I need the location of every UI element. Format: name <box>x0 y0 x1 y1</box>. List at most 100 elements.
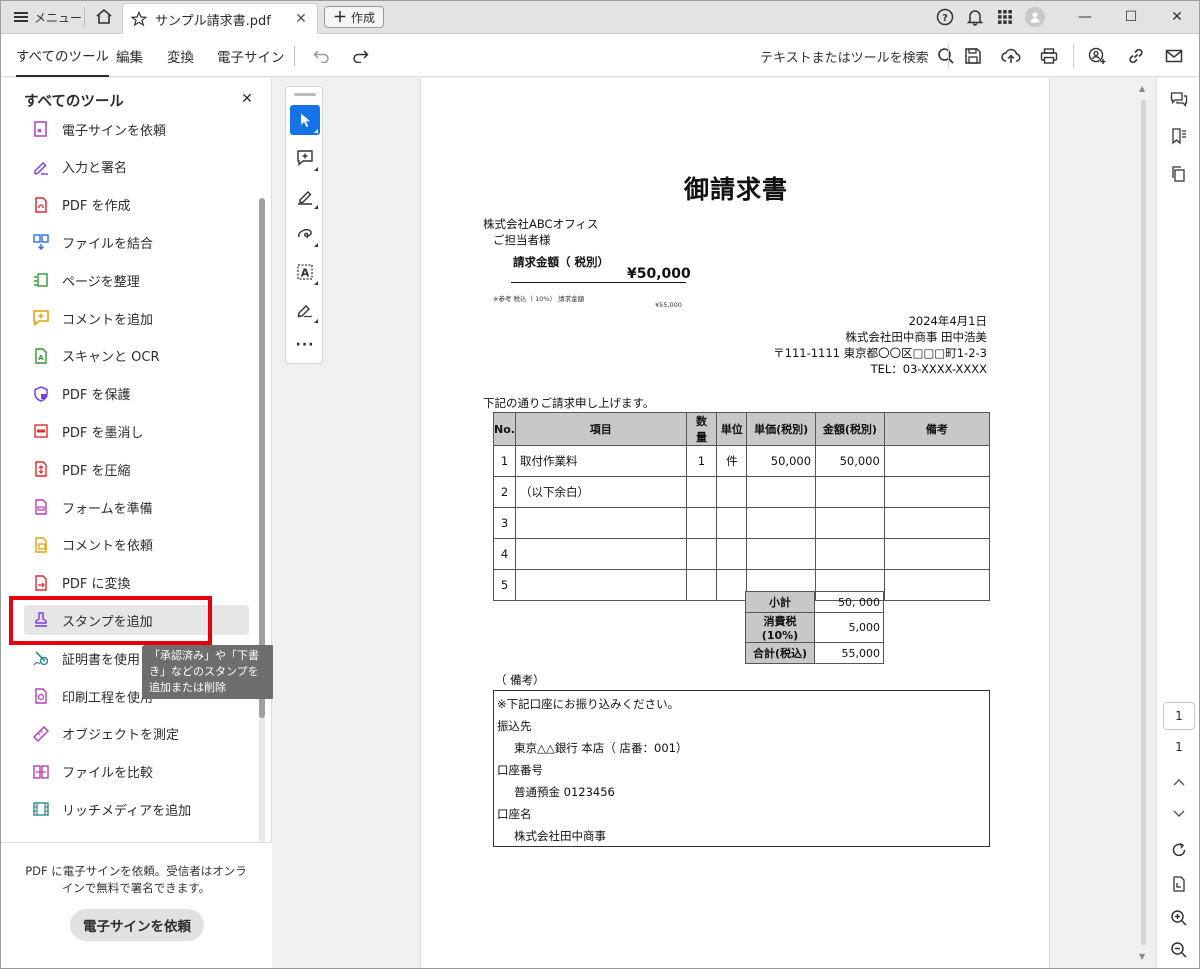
col-header: 備考 <box>883 412 991 446</box>
tool-item[interactable]: PDF に変換 <box>24 568 249 598</box>
table-cell <box>883 569 991 601</box>
tool-item[interactable]: 電子サインを依頼 <box>24 116 249 144</box>
divider <box>84 7 85 27</box>
close-panel-icon[interactable]: ✕ <box>240 91 254 107</box>
tool-item[interactable]: PDF を保護 <box>24 379 249 409</box>
copy-link-button[interactable] <box>1118 39 1154 73</box>
maximize-button[interactable]: ☐ <box>1108 0 1154 34</box>
tab-convert[interactable]: 変換 <box>167 34 194 77</box>
total-pages: 1 <box>1175 740 1183 754</box>
tool-item[interactable]: コメントを依頼 <box>24 530 249 560</box>
panel-promo: PDF に電子サインを依頼。受信者はオンラインで無料で署名できます。 電子サイン… <box>0 842 272 969</box>
tool-item[interactable]: コメントを追加 <box>24 303 249 333</box>
col-header: No. <box>493 412 516 446</box>
tool-search[interactable]: テキストまたはツールを検索 <box>760 44 955 68</box>
rotate-icon[interactable] <box>1165 836 1193 864</box>
scroll-down-arrow-icon[interactable]: ▼ <box>1139 952 1145 961</box>
chevron-up-icon[interactable] <box>1165 768 1193 796</box>
page-fit-icon[interactable] <box>1165 870 1193 898</box>
table-cell: 3 <box>493 507 516 539</box>
table-row: 4 <box>493 538 991 570</box>
table-cell <box>514 538 687 570</box>
tool-item[interactable]: ファイルを結合 <box>24 227 249 257</box>
comment-plus-icon <box>297 150 313 167</box>
prepare-form-icon <box>32 498 50 516</box>
tool-item[interactable]: A スキャンと OCR <box>24 341 249 371</box>
tool-item[interactable]: PDF を作成 <box>24 190 249 220</box>
undo-button[interactable] <box>310 44 334 68</box>
create-label: 作成 <box>351 10 376 25</box>
email-button[interactable] <box>1156 39 1192 73</box>
panel-scrollbar-thumb[interactable] <box>259 198 265 718</box>
tool-item-label: スキャンと OCR <box>62 350 160 366</box>
tool-item[interactable]: フォームを準備 <box>24 492 249 522</box>
table-cell: 50,000 <box>746 445 817 477</box>
plus-icon: ＋ <box>333 10 347 26</box>
amount-label: 請求金額（ 税別） <box>513 255 610 269</box>
request-esign-button[interactable]: 電子サインを依頼 <box>70 909 204 941</box>
tool-item[interactable]: 入力と署名 <box>24 152 249 182</box>
minimize-button[interactable]: — <box>1062 0 1108 34</box>
drag-handle[interactable] <box>294 93 316 96</box>
draw-tool-button[interactable] <box>290 219 320 249</box>
table-cell: 50,000 <box>815 445 885 477</box>
home-button[interactable] <box>92 5 116 29</box>
printer-icon <box>1040 48 1058 64</box>
tool-item[interactable]: ページを整理 <box>24 265 249 295</box>
document-tab[interactable]: サンプル請求書.pdf ✕ <box>122 3 318 34</box>
save-button[interactable] <box>955 39 991 73</box>
zoom-out-icon[interactable] <box>1165 936 1193 964</box>
bookmarks-icon[interactable] <box>1165 122 1193 150</box>
tool-item[interactable]: PDF を圧縮 <box>24 454 249 484</box>
tool-item-label: ページを整理 <box>62 274 140 290</box>
tool-item[interactable]: ファイルを比較 <box>24 757 249 787</box>
print-button[interactable] <box>1031 39 1067 73</box>
table-cell: 件 <box>716 445 748 477</box>
tool-item[interactable]: オブジェクトを測定 <box>24 719 249 749</box>
zoom-in-icon[interactable] <box>1165 904 1193 932</box>
tab-e-sign[interactable]: 電子サイン <box>217 34 285 77</box>
table-row: 2 （以下余白） <box>493 476 991 508</box>
upload-button[interactable] <box>993 39 1029 73</box>
redo-button[interactable] <box>348 44 372 68</box>
document-scrollbar-thumb[interactable] <box>1141 100 1146 945</box>
share-user-button[interactable] <box>1080 39 1116 73</box>
highlight-tool-button[interactable] <box>290 181 320 211</box>
current-page-input[interactable]: 1 <box>1163 702 1195 730</box>
svg-text:A: A <box>301 267 310 280</box>
help-icon[interactable]: ? <box>930 0 960 34</box>
scroll-up-arrow-icon[interactable]: ▲ <box>1139 84 1145 93</box>
account-button[interactable] <box>1020 0 1050 34</box>
menu-button[interactable]: メニュー <box>6 5 90 29</box>
tool-item[interactable]: PDF を墨消し <box>24 416 249 446</box>
svg-text:A: A <box>38 354 44 362</box>
tool-item[interactable]: リッチメディアを追加 <box>24 794 249 824</box>
tool-item-label: PDF に変換 <box>62 577 131 593</box>
chevron-down-icon[interactable] <box>1165 800 1193 828</box>
table-cell <box>815 507 885 539</box>
table-cell <box>716 538 748 570</box>
sign-tool-button[interactable] <box>290 295 320 325</box>
tool-item-label: ファイルを比較 <box>62 766 154 782</box>
text-box-tool-button[interactable]: A <box>290 257 320 287</box>
create-button[interactable]: ＋ 作成 <box>324 6 385 28</box>
search-label: テキストまたはツールを検索 <box>760 50 929 66</box>
tab-edit[interactable]: 編集 <box>116 34 143 77</box>
remarks-transfer-label: 振込先 <box>497 719 532 733</box>
star-icon[interactable] <box>131 11 147 27</box>
remarks-account-no-label: 口座番号 <box>497 763 543 777</box>
pdf-page[interactable]: 御請求書 株式会社ABCオフィス ご担当者様 請求金額（ 税別） ¥50,000… <box>420 78 1050 969</box>
document-scrollbar[interactable]: ▲ ▼ <box>1136 80 1152 966</box>
close-tab-icon[interactable]: ✕ <box>293 11 309 27</box>
more-tools-icon[interactable]: ··· <box>290 337 320 353</box>
apps-grid-icon[interactable] <box>990 0 1020 34</box>
select-tool-button[interactable] <box>290 105 320 135</box>
comments-panel-icon[interactable] <box>1165 86 1193 114</box>
tab-all-tools[interactable]: すべてのツール <box>16 34 110 77</box>
print-production-icon <box>32 687 50 705</box>
add-comment-tool-button[interactable] <box>290 143 320 173</box>
notification-bell-icon[interactable] <box>960 0 990 34</box>
table-cell <box>746 476 817 508</box>
page-thumbnails-icon[interactable] <box>1165 160 1193 188</box>
close-window-button[interactable]: ✕ <box>1154 0 1200 34</box>
